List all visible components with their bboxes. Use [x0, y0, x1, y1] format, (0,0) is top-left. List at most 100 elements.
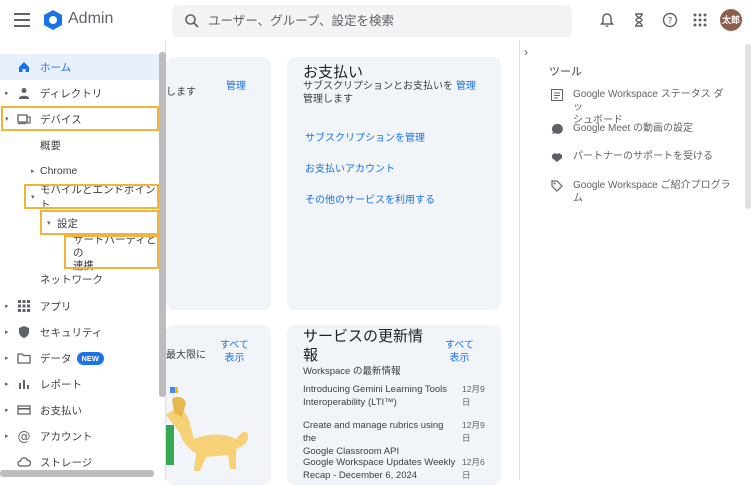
- tool-partner-support[interactable]: パートナーのサポートを受ける: [551, 150, 741, 164]
- view-all-line-1: すべて: [220, 340, 249, 351]
- apps-grid-icon[interactable]: [692, 12, 708, 28]
- tool-referral-program[interactable]: Google Workspace ご紹介プログラム: [551, 179, 741, 204]
- chevron-right-icon[interactable]: ›: [524, 45, 528, 59]
- view-all-line-1: すべて: [445, 340, 474, 351]
- sidebar-item-overview[interactable]: 概要: [0, 132, 160, 158]
- tools-scrollbar[interactable]: [745, 44, 751, 209]
- sidebar-vertical-scrollbar[interactable]: [159, 52, 166, 397]
- sidebar-item-data[interactable]: ▸ データ NEW: [0, 345, 160, 371]
- tool-meet-settings[interactable]: Google Meet の動画の設定: [551, 122, 741, 136]
- help-icon[interactable]: ?: [662, 12, 678, 28]
- sidebar-item-security[interactable]: ▸ セキュリティ: [0, 319, 160, 345]
- devices-icon: [17, 114, 31, 125]
- expand-arrow-icon[interactable]: ▸: [31, 167, 35, 175]
- avatar[interactable]: 太郎: [720, 9, 742, 31]
- folder-icon: [17, 353, 31, 364]
- sidebar-item-label: デバイス: [40, 113, 82, 126]
- home-icon: [19, 62, 29, 72]
- news-title-line-1: Google Workspace Updates Weekly: [303, 457, 456, 468]
- app-name[interactable]: Admin: [68, 10, 113, 28]
- sidebar-item-label: アプリ: [40, 300, 72, 313]
- sidebar-item-devices[interactable]: ▾ デバイス: [0, 106, 160, 132]
- news-title-line-1: Introducing Gemini Learning Tools: [303, 384, 447, 395]
- sidebar-item-home[interactable]: ホーム: [0, 54, 160, 80]
- sidebar-item-chrome[interactable]: ▸ Chrome: [0, 158, 160, 184]
- bell-icon[interactable]: [599, 12, 615, 28]
- menu-icon[interactable]: [14, 13, 30, 27]
- sidebar-item-label: ホーム: [40, 61, 72, 74]
- view-all-link[interactable]: すべて 表示: [220, 339, 249, 365]
- manage-link[interactable]: 管理: [456, 77, 476, 92]
- news-item[interactable]: Google Workspace Updates Weekly Recap - D…: [303, 456, 493, 482]
- dashboard-content: します 管理 お支払い サブスクリプションとお支払いを 管理します 管理 サブスク…: [166, 40, 519, 485]
- hourglass-icon[interactable]: [631, 12, 647, 28]
- cloud-icon: [17, 457, 31, 467]
- manage-link[interactable]: 管理: [226, 77, 246, 92]
- sidebar-item-network[interactable]: ネットワーク: [0, 266, 160, 292]
- sidebar-item-settings[interactable]: ▾ 設定: [0, 210, 160, 236]
- expand-arrow-icon[interactable]: ▸: [5, 432, 9, 440]
- sidebar-item-mobile-endpoints[interactable]: ▾ モバイルとエンドポイント: [0, 184, 160, 211]
- new-badge: NEW: [76, 352, 104, 366]
- admin-logo-icon[interactable]: [42, 9, 64, 31]
- svg-text:@: @: [18, 430, 31, 444]
- sidebar-item-account[interactable]: ▸ @ アカウント: [0, 423, 160, 449]
- shield-icon: [19, 326, 29, 338]
- expand-arrow-icon[interactable]: ▸: [5, 406, 9, 414]
- news-title-line-1: Create and manage rubrics using the: [303, 420, 444, 444]
- apps-grid-icon: [18, 300, 30, 312]
- meet-icon: [552, 123, 563, 134]
- tool-label: パートナーのサポートを受ける: [573, 151, 713, 162]
- tools-panel: › ツール Google Workspace ステータス ダッ シュボード Goo…: [519, 40, 752, 480]
- news-item[interactable]: Introducing Gemini Learning Tools Interop…: [303, 383, 493, 409]
- search-input[interactable]: [208, 5, 558, 37]
- view-all-link[interactable]: すべて 表示: [445, 339, 474, 365]
- expand-arrow-icon[interactable]: ▸: [5, 302, 9, 310]
- news-item[interactable]: Create and manage rubrics using the Googl…: [303, 419, 493, 458]
- sidebar-item-third-party[interactable]: サードパーティとの 連携: [0, 233, 160, 272]
- view-all-line-2: 表示: [224, 353, 245, 364]
- desc-line-1: サブスクリプションとお支払いを: [303, 81, 453, 92]
- sidebar-item-billing[interactable]: ▸ お支払い: [0, 397, 160, 423]
- collapse-arrow-icon[interactable]: ▾: [31, 193, 35, 201]
- handshake-icon: [552, 153, 562, 162]
- sidebar-item-label: アカウント: [40, 430, 93, 443]
- bar-chart-icon: [19, 380, 29, 389]
- sidebar-item-directory[interactable]: ▸ ディレクトリ: [0, 80, 160, 106]
- svg-text:?: ?: [668, 17, 673, 27]
- sidebar-item-label: レポート: [40, 378, 82, 391]
- expand-arrow-icon[interactable]: ▸: [5, 380, 9, 388]
- person-icon: [19, 88, 29, 99]
- more-services-link[interactable]: その他のサービスを利用する: [305, 191, 435, 206]
- tool-label: Google Workspace ご紹介プログラム: [573, 180, 731, 204]
- tool-status-dashboard[interactable]: Google Workspace ステータス ダッ シュボード: [551, 88, 741, 126]
- sidebar-item-reports[interactable]: ▸ レポート: [0, 371, 160, 397]
- collapse-arrow-icon[interactable]: ▾: [5, 115, 9, 123]
- sidebar-horizontal-scrollbar[interactable]: [0, 470, 154, 477]
- card-description: 最大限に: [166, 350, 206, 361]
- expand-arrow-icon[interactable]: ▸: [5, 354, 9, 362]
- data-label: データ: [40, 352, 72, 365]
- news-date: 12月9日: [462, 420, 485, 443]
- manage-subscriptions-link[interactable]: サブスクリプションを管理: [305, 129, 425, 144]
- sidebar-item-label: データ NEW: [40, 351, 104, 366]
- collapse-arrow-icon[interactable]: ▾: [47, 219, 51, 227]
- sidebar: ホーム ▸ ディレクトリ ▾ デバイス 概要 ▸ Chrome ▾ モバイルとエ…: [0, 40, 166, 480]
- dashboard-icon: [551, 89, 563, 101]
- tag-icon: [551, 180, 563, 192]
- card-title: お支払い: [303, 64, 364, 81]
- search-bar[interactable]: [172, 5, 572, 37]
- news-title-line-2: Recap - December 6, 2024: [303, 470, 418, 481]
- card-partial-bottom: 最大限に すべて表示: [166, 325, 271, 485]
- expand-arrow-icon[interactable]: ▸: [5, 89, 9, 97]
- label-line-1: サードパーティとの: [73, 233, 157, 259]
- sidebar-item-apps[interactable]: ▸ アプリ: [0, 293, 160, 319]
- card-description: サブスクリプションとお支払いを 管理します: [303, 80, 453, 106]
- dog-illustration: [166, 387, 248, 471]
- expand-arrow-icon[interactable]: ▸: [5, 328, 9, 336]
- news-date: 12月9日: [462, 384, 485, 407]
- tool-label: Google Meet の動画の設定: [573, 123, 694, 134]
- at-sign-icon: @: [18, 430, 31, 444]
- sidebar-item-label: ネットワーク: [40, 273, 103, 286]
- billing-accounts-link[interactable]: お支払いアカウント: [305, 160, 395, 175]
